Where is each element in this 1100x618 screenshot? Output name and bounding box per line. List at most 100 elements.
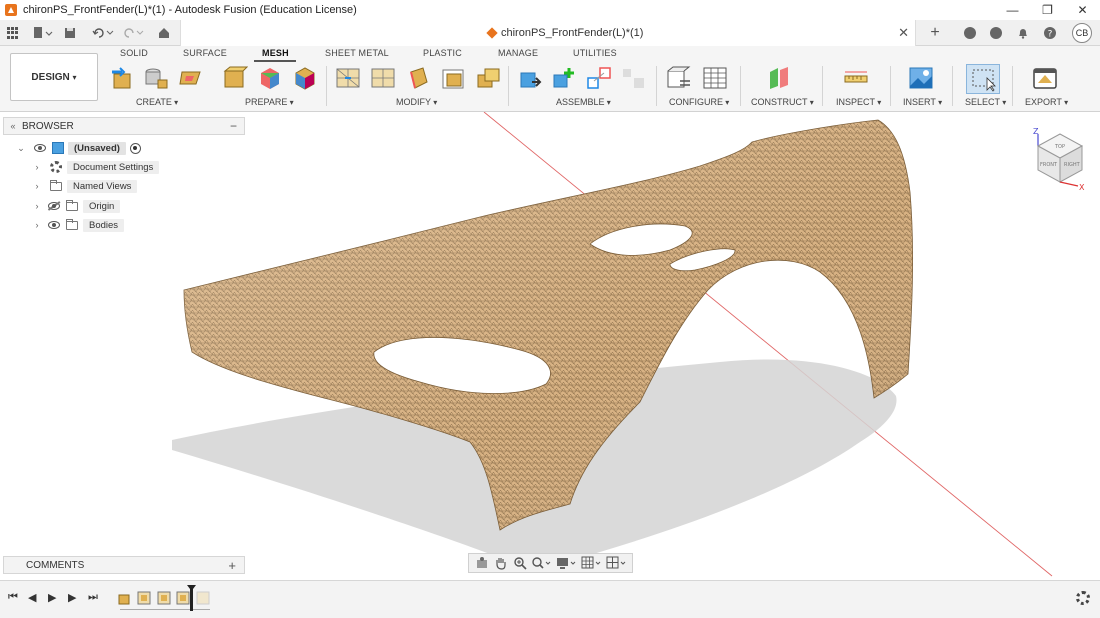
home-icon[interactable] (156, 20, 172, 46)
step-back-icon[interactable]: ◀︎ (28, 591, 36, 604)
go-to-end-icon[interactable]: ⏭ (88, 591, 98, 604)
configurations-icon[interactable] (702, 66, 728, 90)
restore-button[interactable]: ❐ (1030, 0, 1065, 20)
undo-icon[interactable] (90, 20, 116, 46)
chevron-right-icon[interactable]: › (32, 162, 42, 172)
workspace-switcher[interactable]: DESIGN ▾ (10, 53, 98, 101)
activate-component-icon[interactable] (129, 142, 141, 154)
tab-sheet-metal[interactable]: SHEET METAL (325, 48, 389, 58)
construct-plane-icon[interactable] (766, 66, 792, 90)
select-tool-highlight[interactable] (966, 64, 1000, 94)
chevron-down-icon[interactable]: ⌄ (16, 143, 26, 154)
visibility-eye-icon[interactable] (48, 221, 60, 229)
user-avatar[interactable]: CB (1072, 23, 1092, 43)
plane-cut-icon[interactable] (405, 66, 431, 90)
tab-solid[interactable]: SOLID (120, 48, 148, 58)
group-assemble[interactable]: ASSEMBLE (556, 97, 611, 107)
remesh-icon[interactable] (335, 66, 361, 90)
timeline-feature-2-icon[interactable] (137, 591, 151, 605)
orbit-icon[interactable] (475, 556, 489, 570)
configure-table-icon[interactable] (666, 66, 692, 90)
combine-icon[interactable] (475, 66, 501, 90)
group-modify[interactable]: MODIFY (396, 97, 437, 107)
group-inspect[interactable]: INSPECT (836, 97, 881, 107)
tab-utilities[interactable]: UTILITIES (573, 48, 617, 58)
joint-icon[interactable] (551, 66, 577, 90)
pan-hand-icon[interactable] (494, 556, 508, 570)
tree-root-component[interactable]: ⌄ (Unsaved) (16, 140, 141, 156)
visibility-eye-icon[interactable] (34, 144, 46, 152)
timeline-feature-4-icon[interactable] (176, 591, 190, 605)
tree-item-bodies[interactable]: › Bodies (32, 217, 125, 233)
zoom-icon[interactable] (513, 556, 527, 570)
viewcube[interactable]: Z TOP FRONT RIGHT X (1028, 124, 1088, 194)
notification-bell-icon[interactable] (1015, 20, 1031, 46)
minimize-button[interactable]: — (995, 0, 1030, 20)
group-export[interactable]: EXPORT (1025, 97, 1068, 107)
insert-image-icon[interactable] (908, 66, 934, 90)
grid-settings-icon[interactable] (581, 556, 601, 570)
display-settings-icon[interactable] (556, 556, 576, 570)
help-icon[interactable]: ? (1042, 20, 1058, 46)
comments-panel[interactable]: COMMENTS + (3, 556, 245, 574)
combine-face-groups-icon[interactable] (292, 66, 318, 90)
go-to-start-icon[interactable]: ⏮ (8, 591, 18, 604)
shell-icon[interactable] (440, 66, 466, 90)
generate-face-groups-icon[interactable] (257, 66, 283, 90)
data-panel-icon[interactable] (962, 20, 978, 46)
hidden-eye-icon[interactable] (48, 202, 60, 210)
chevron-right-icon[interactable]: › (32, 181, 42, 191)
motion-link-icon[interactable] (620, 66, 646, 90)
tab-mesh[interactable]: MESH (262, 48, 289, 58)
new-component-icon[interactable] (518, 66, 544, 90)
file-menu-icon[interactable] (30, 20, 56, 46)
create-face-group-icon[interactable] (178, 66, 204, 90)
viewcube-front-face[interactable]: FRONT (1040, 162, 1058, 168)
tree-item-document-settings[interactable]: › Document Settings (32, 159, 160, 175)
new-tab-button[interactable]: + (926, 20, 944, 46)
minimize-browser-icon[interactable]: − (230, 119, 237, 133)
chevron-right-icon[interactable]: › (32, 220, 42, 230)
save-icon[interactable] (62, 20, 78, 46)
close-tab-icon[interactable]: ✕ (898, 25, 909, 41)
group-construct[interactable]: CONSTRUCT (751, 97, 814, 107)
document-tab[interactable]: chironPS_FrontFender(L)*(1) ✕ (180, 20, 916, 46)
timeline-marker[interactable] (190, 587, 193, 611)
redo-icon[interactable] (120, 20, 146, 46)
tree-item-origin[interactable]: › Origin (32, 198, 121, 214)
job-status-icon[interactable] (988, 20, 1004, 46)
fit-zoom-window-icon[interactable] (531, 556, 551, 570)
reduce-icon[interactable] (370, 66, 396, 90)
prepare-body-icon[interactable] (222, 66, 248, 90)
step-forward-icon[interactable]: ▶︎ (68, 591, 76, 604)
group-select[interactable]: SELECT (965, 97, 1006, 107)
group-prepare[interactable]: PREPARE (245, 97, 294, 107)
timeline-feature-3-icon[interactable] (157, 591, 171, 605)
3d-viewport[interactable] (0, 112, 1100, 578)
browser-header[interactable]: « BROWSER − (3, 117, 245, 135)
timeline-insert-mesh-icon[interactable] (117, 591, 131, 605)
as-built-joint-icon[interactable] (586, 66, 612, 90)
play-icon[interactable]: ▶︎ (48, 591, 56, 604)
tab-manage[interactable]: MANAGE (498, 48, 538, 58)
tab-surface[interactable]: SURFACE (183, 48, 227, 58)
tree-item-named-views[interactable]: › Named Views (32, 178, 138, 194)
viewports-icon[interactable] (606, 556, 626, 570)
group-create[interactable]: CREATE (136, 97, 178, 107)
chevron-right-icon[interactable]: › (32, 201, 42, 211)
collapse-panel-icon[interactable]: « (4, 121, 22, 131)
timeline-feature-5-icon[interactable] (196, 591, 210, 605)
group-insert[interactable]: INSERT (903, 97, 942, 107)
app-grid-icon[interactable] (6, 20, 20, 46)
add-comment-icon[interactable]: + (228, 558, 236, 573)
viewcube-top-face[interactable]: TOP (1054, 144, 1065, 150)
viewcube-right-face[interactable]: RIGHT (1064, 162, 1081, 168)
insert-mesh-icon[interactable] (110, 66, 136, 90)
group-configure[interactable]: CONFIGURE (669, 97, 729, 107)
settings-gear-icon[interactable] (1076, 591, 1090, 605)
tab-plastic[interactable]: PLASTIC (423, 48, 462, 58)
close-window-button[interactable]: ✕ (1065, 0, 1100, 20)
export-3d-print-icon[interactable] (1032, 66, 1058, 90)
measure-icon[interactable] (843, 66, 869, 90)
tessellate-icon[interactable] (143, 66, 169, 90)
